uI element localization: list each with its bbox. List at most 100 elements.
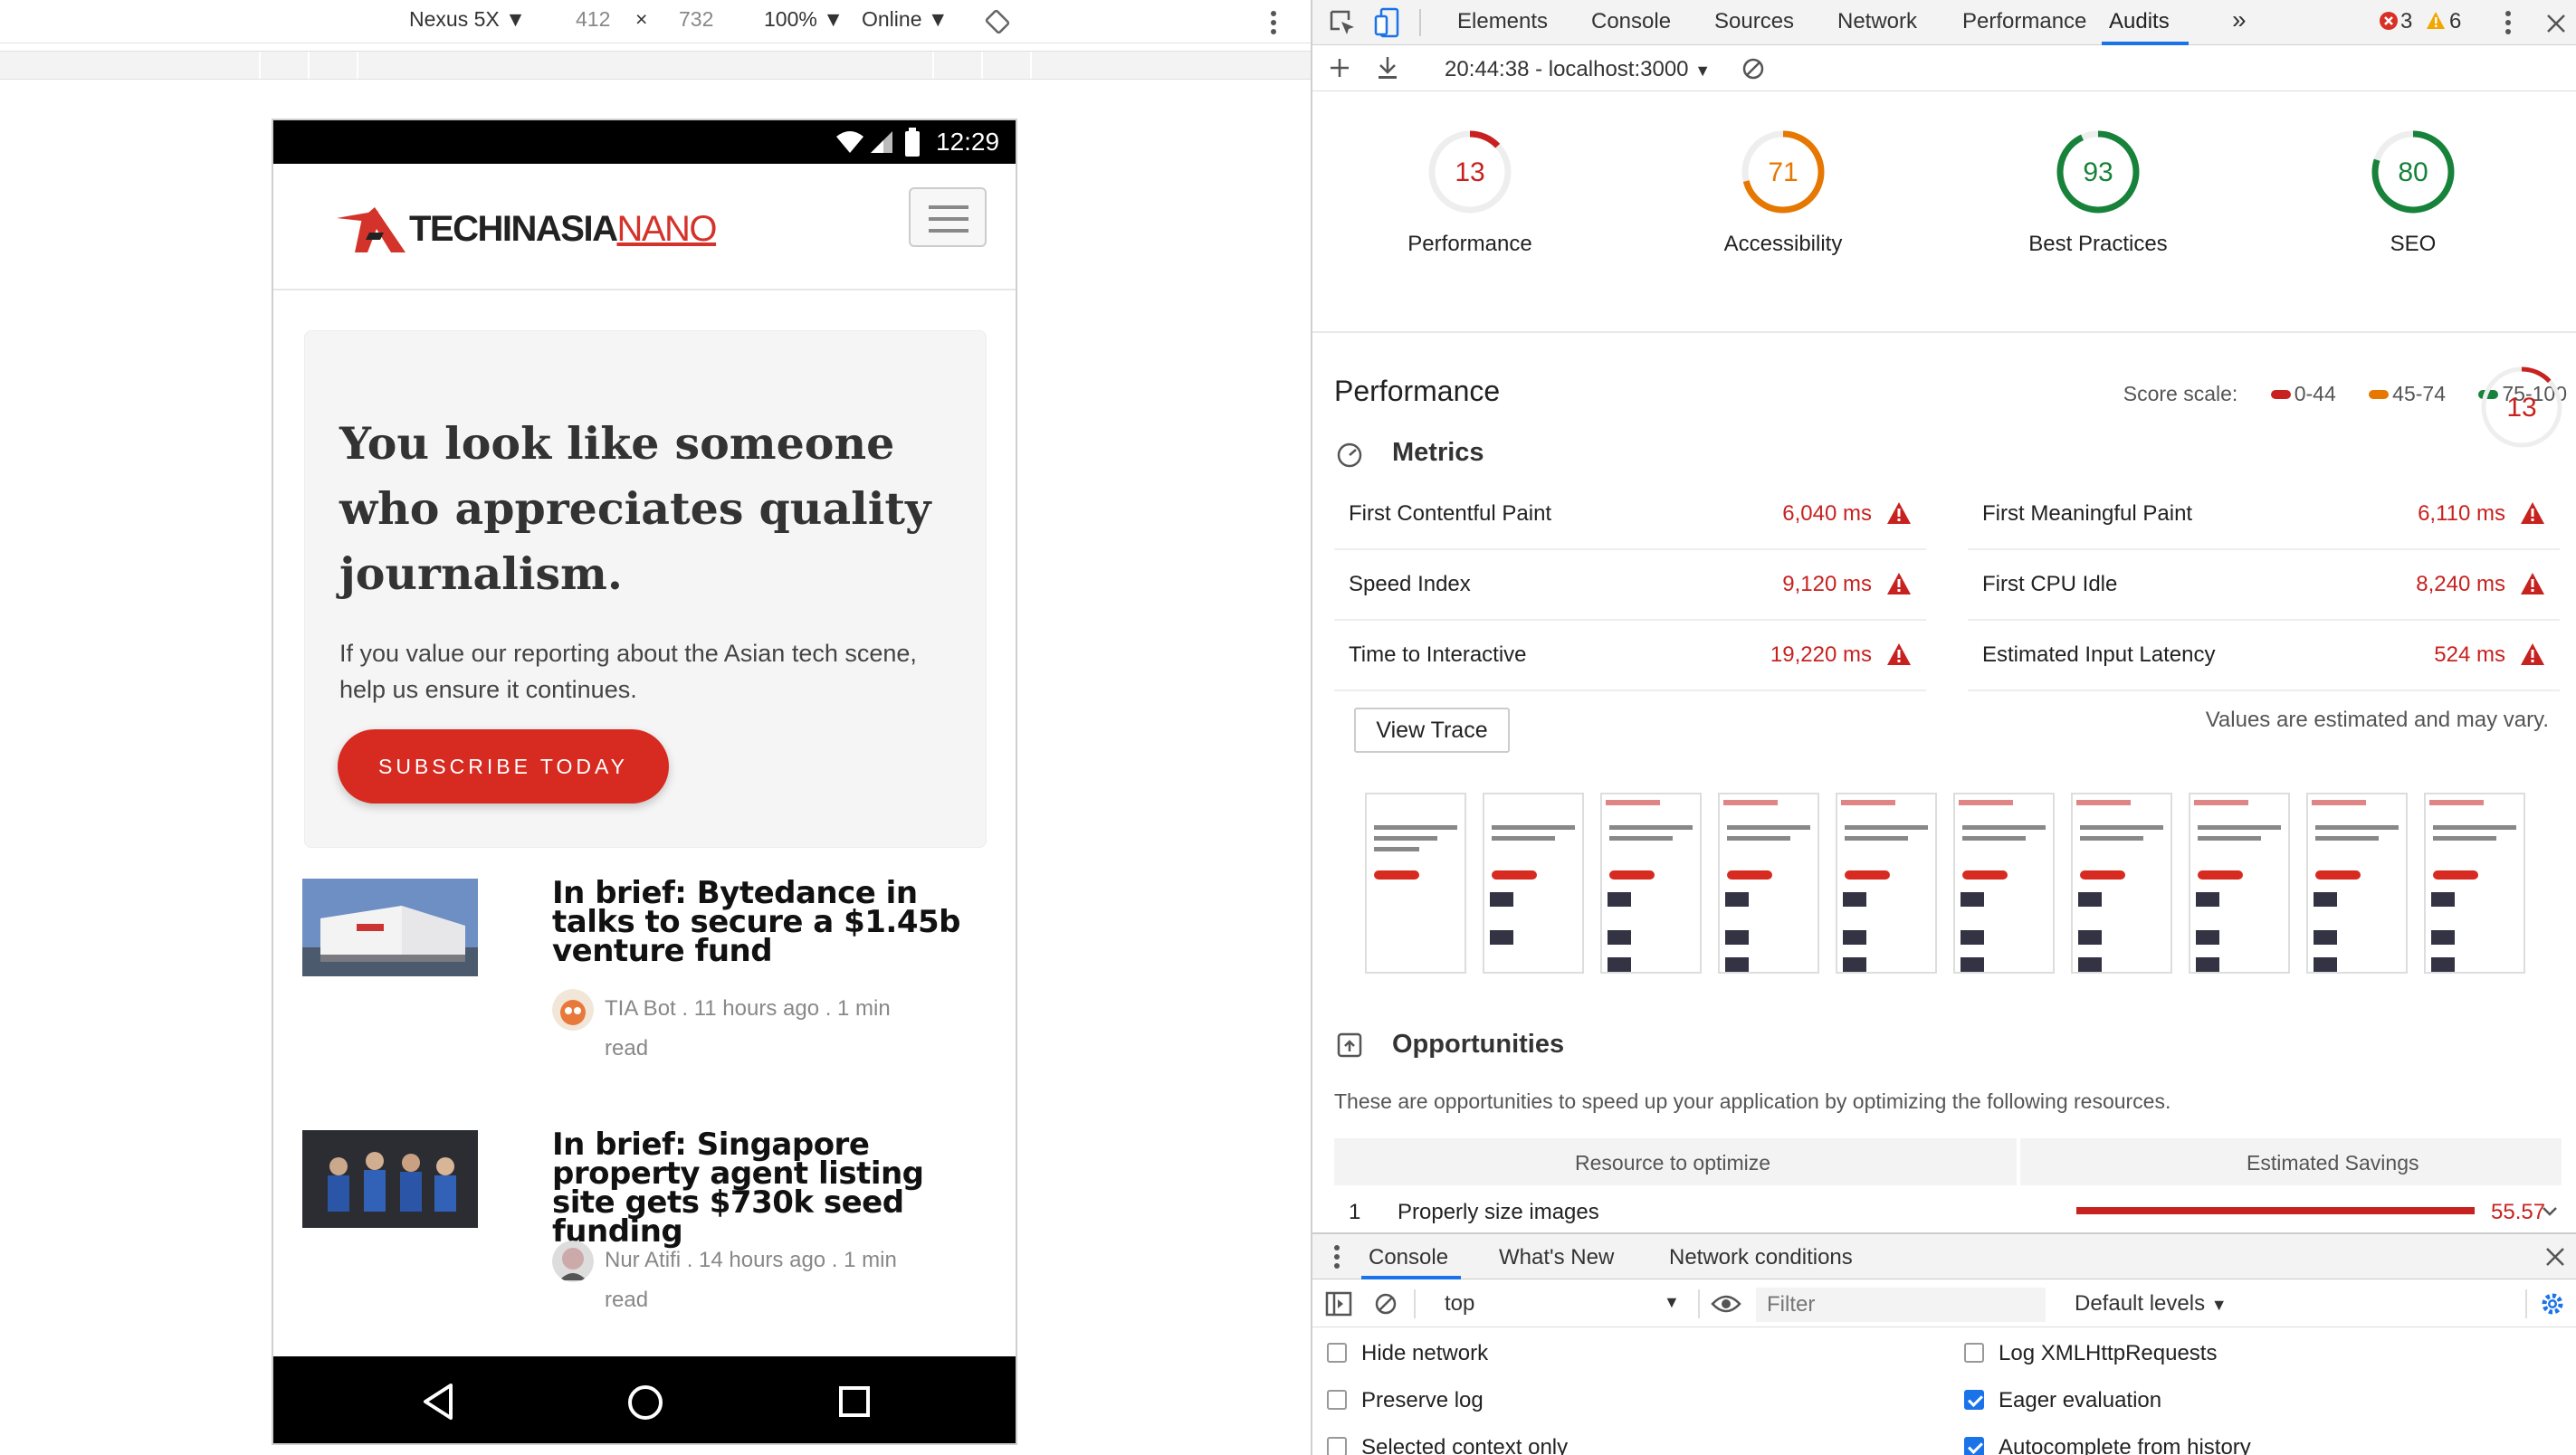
live-expression-eye-icon[interactable] [1711, 1293, 1741, 1315]
metric-name: Time to Interactive [1349, 642, 1527, 667]
metric-first-cpu-idle[interactable]: First CPU Idle 8,240 ms [1968, 550, 2560, 621]
article-thumbnail[interactable] [302, 879, 478, 976]
drawer-tab-console[interactable]: Console [1369, 1245, 1448, 1270]
metric-time-to-interactive[interactable]: Time to Interactive 19,220 ms [1334, 621, 1926, 691]
filmstrip-frame[interactable] [1600, 793, 1702, 974]
tab-performance[interactable]: Performance [1962, 9, 2086, 34]
clear-all-icon[interactable] [1741, 57, 1765, 81]
new-audit-icon[interactable] [1329, 57, 1350, 79]
drawer-tab-whats-new[interactable]: What's New [1499, 1245, 1614, 1270]
checkbox-checked[interactable] [1964, 1389, 1984, 1410]
tab-console[interactable]: Console [1591, 9, 1671, 34]
zoom-caret: ▼ [823, 7, 844, 31]
frame-image [2078, 892, 2102, 907]
tab-network[interactable]: Network [1837, 9, 1917, 34]
metric-speed-index[interactable]: Speed Index 9,120 ms [1334, 550, 1926, 621]
network-value: Online [862, 7, 922, 31]
zoom-select[interactable]: 100% ▼ [764, 7, 844, 32]
home-icon[interactable] [626, 1384, 664, 1422]
subscribe-button[interactable]: SUBSCRIBE TODAY [338, 729, 669, 804]
checkbox[interactable] [1327, 1342, 1347, 1363]
close-devtools-icon[interactable] [2545, 13, 2567, 34]
chevron-down-icon[interactable] [2542, 1205, 2558, 1218]
checkbox[interactable] [1327, 1389, 1347, 1410]
clear-console-icon[interactable] [1374, 1292, 1398, 1316]
gauge-score: 80 [2398, 157, 2428, 187]
inspect-element-icon[interactable] [1329, 9, 1356, 36]
option-preserve-log[interactable]: Preserve log [1327, 1388, 1484, 1413]
media-query-ruler[interactable] [0, 51, 1311, 80]
devtools-menu-icon[interactable] [2504, 9, 2513, 36]
log-levels-select[interactable]: Default levels ▼ [2075, 1291, 2228, 1317]
filmstrip-frame[interactable] [1953, 793, 2055, 974]
tab-audits[interactable]: Audits [2109, 9, 2170, 34]
article-thumbnail[interactable] [302, 1130, 478, 1228]
tia-logo-mark-icon[interactable] [335, 202, 411, 256]
gauge-label: Performance [1407, 232, 1532, 256]
warning-count[interactable]: 6 [2449, 9, 2461, 34]
more-tabs-button[interactable]: » [2232, 5, 2247, 34]
metric-value: 9,120 ms [1782, 572, 1872, 596]
back-icon[interactable] [420, 1382, 456, 1422]
site-logo[interactable]: TECHINASIANANO [409, 209, 718, 250]
frame-text [1374, 825, 1457, 830]
filmstrip-frame[interactable] [2071, 793, 2172, 974]
score-gauge-seo[interactable]: 80 SEO [2286, 128, 2540, 257]
filmstrip-frame[interactable] [2424, 793, 2525, 974]
filmstrip-frame[interactable] [1836, 793, 1937, 974]
sidebar-toggle-icon[interactable] [1325, 1291, 1352, 1317]
score-gauge-best-practices[interactable]: 93 Best Practices [1971, 128, 2225, 257]
option-log-xmlhttprequests[interactable]: Log XMLHttpRequests [1964, 1341, 2217, 1366]
option-eager-evaluation[interactable]: Eager evaluation [1964, 1388, 2161, 1413]
device-select[interactable]: Nexus 5X ▼ [409, 7, 526, 32]
hamburger-menu-button[interactable] [909, 187, 987, 247]
metric-estimated-input-latency[interactable]: Estimated Input Latency 524 ms [1968, 621, 2560, 691]
drawer-tab-network-conditions[interactable]: Network conditions [1669, 1245, 1853, 1270]
article-title[interactable]: In brief: Bytedance in talks to secure a… [552, 878, 978, 966]
console-filter-input[interactable] [1756, 1288, 2046, 1322]
tab-sources[interactable]: Sources [1714, 9, 1794, 34]
context-caret[interactable]: ▼ [1664, 1293, 1680, 1312]
filmstrip-frame[interactable] [1718, 793, 1819, 974]
article-title[interactable]: In brief: Singapore property agent listi… [552, 1129, 978, 1247]
metric-first-contentful-paint[interactable]: First Contentful Paint 6,040 ms [1334, 480, 1926, 550]
error-count[interactable]: 3 [2400, 9, 2412, 34]
device-toolbar-toggle-icon[interactable] [1374, 7, 1401, 38]
download-report-icon[interactable] [1376, 55, 1399, 81]
performance-score-gauge: 13 [2481, 366, 2562, 448]
filmstrip-frame[interactable] [2189, 793, 2290, 974]
recent-apps-icon[interactable] [838, 1385, 871, 1418]
rotate-icon[interactable] [985, 9, 1010, 34]
signal-icon [871, 131, 892, 153]
article-card[interactable]: In brief: Bytedance in talks to secure a… [302, 878, 999, 1069]
checkbox[interactable] [1964, 1342, 1984, 1363]
score-gauge-performance[interactable]: 13 Performance [1343, 128, 1597, 257]
console-toolbar: top ▼ Default levels ▼ [1312, 1280, 2576, 1327]
article-card[interactable]: In brief: Singapore property agent listi… [302, 1129, 999, 1320]
close-drawer-icon[interactable] [2545, 1247, 2565, 1267]
metric-first-meaningful-paint[interactable]: First Meaningful Paint 6,110 ms [1968, 480, 2560, 550]
option-selected-context-only[interactable]: Selected context only [1327, 1435, 1568, 1455]
filmstrip-frame[interactable] [1365, 793, 1466, 974]
warning-icon[interactable] [2426, 11, 2446, 31]
view-trace-button[interactable]: View Trace [1354, 708, 1510, 753]
score-gauge-accessibility[interactable]: 71 Accessibility [1656, 128, 1910, 257]
error-icon[interactable] [2379, 11, 2399, 31]
more-options-icon[interactable] [1269, 9, 1278, 36]
console-settings-gear-icon[interactable] [2540, 1291, 2565, 1317]
android-nav-bar [273, 1356, 1016, 1443]
checkbox-checked[interactable] [1964, 1436, 1984, 1455]
network-throttle-select[interactable]: Online ▼ [862, 7, 949, 32]
filmstrip-frame[interactable] [2306, 793, 2408, 974]
height-input[interactable]: 732 [679, 7, 713, 32]
tab-elements[interactable]: Elements [1457, 9, 1548, 34]
option-hide-network[interactable]: Hide network [1327, 1341, 1488, 1366]
checkbox[interactable] [1327, 1436, 1347, 1455]
width-input[interactable]: 412 [576, 7, 610, 32]
drawer-menu-icon[interactable] [1332, 1243, 1341, 1270]
opportunity-row[interactable]: 1 Properly size images 55.57 s [1334, 1193, 2562, 1250]
report-select[interactable]: 20:44:38 - localhost:3000 ▼ [1445, 57, 1711, 82]
context-select[interactable]: top [1445, 1291, 1474, 1317]
filmstrip-frame[interactable] [1483, 793, 1584, 974]
option-autocomplete-from-history[interactable]: Autocomplete from history [1964, 1435, 2251, 1455]
